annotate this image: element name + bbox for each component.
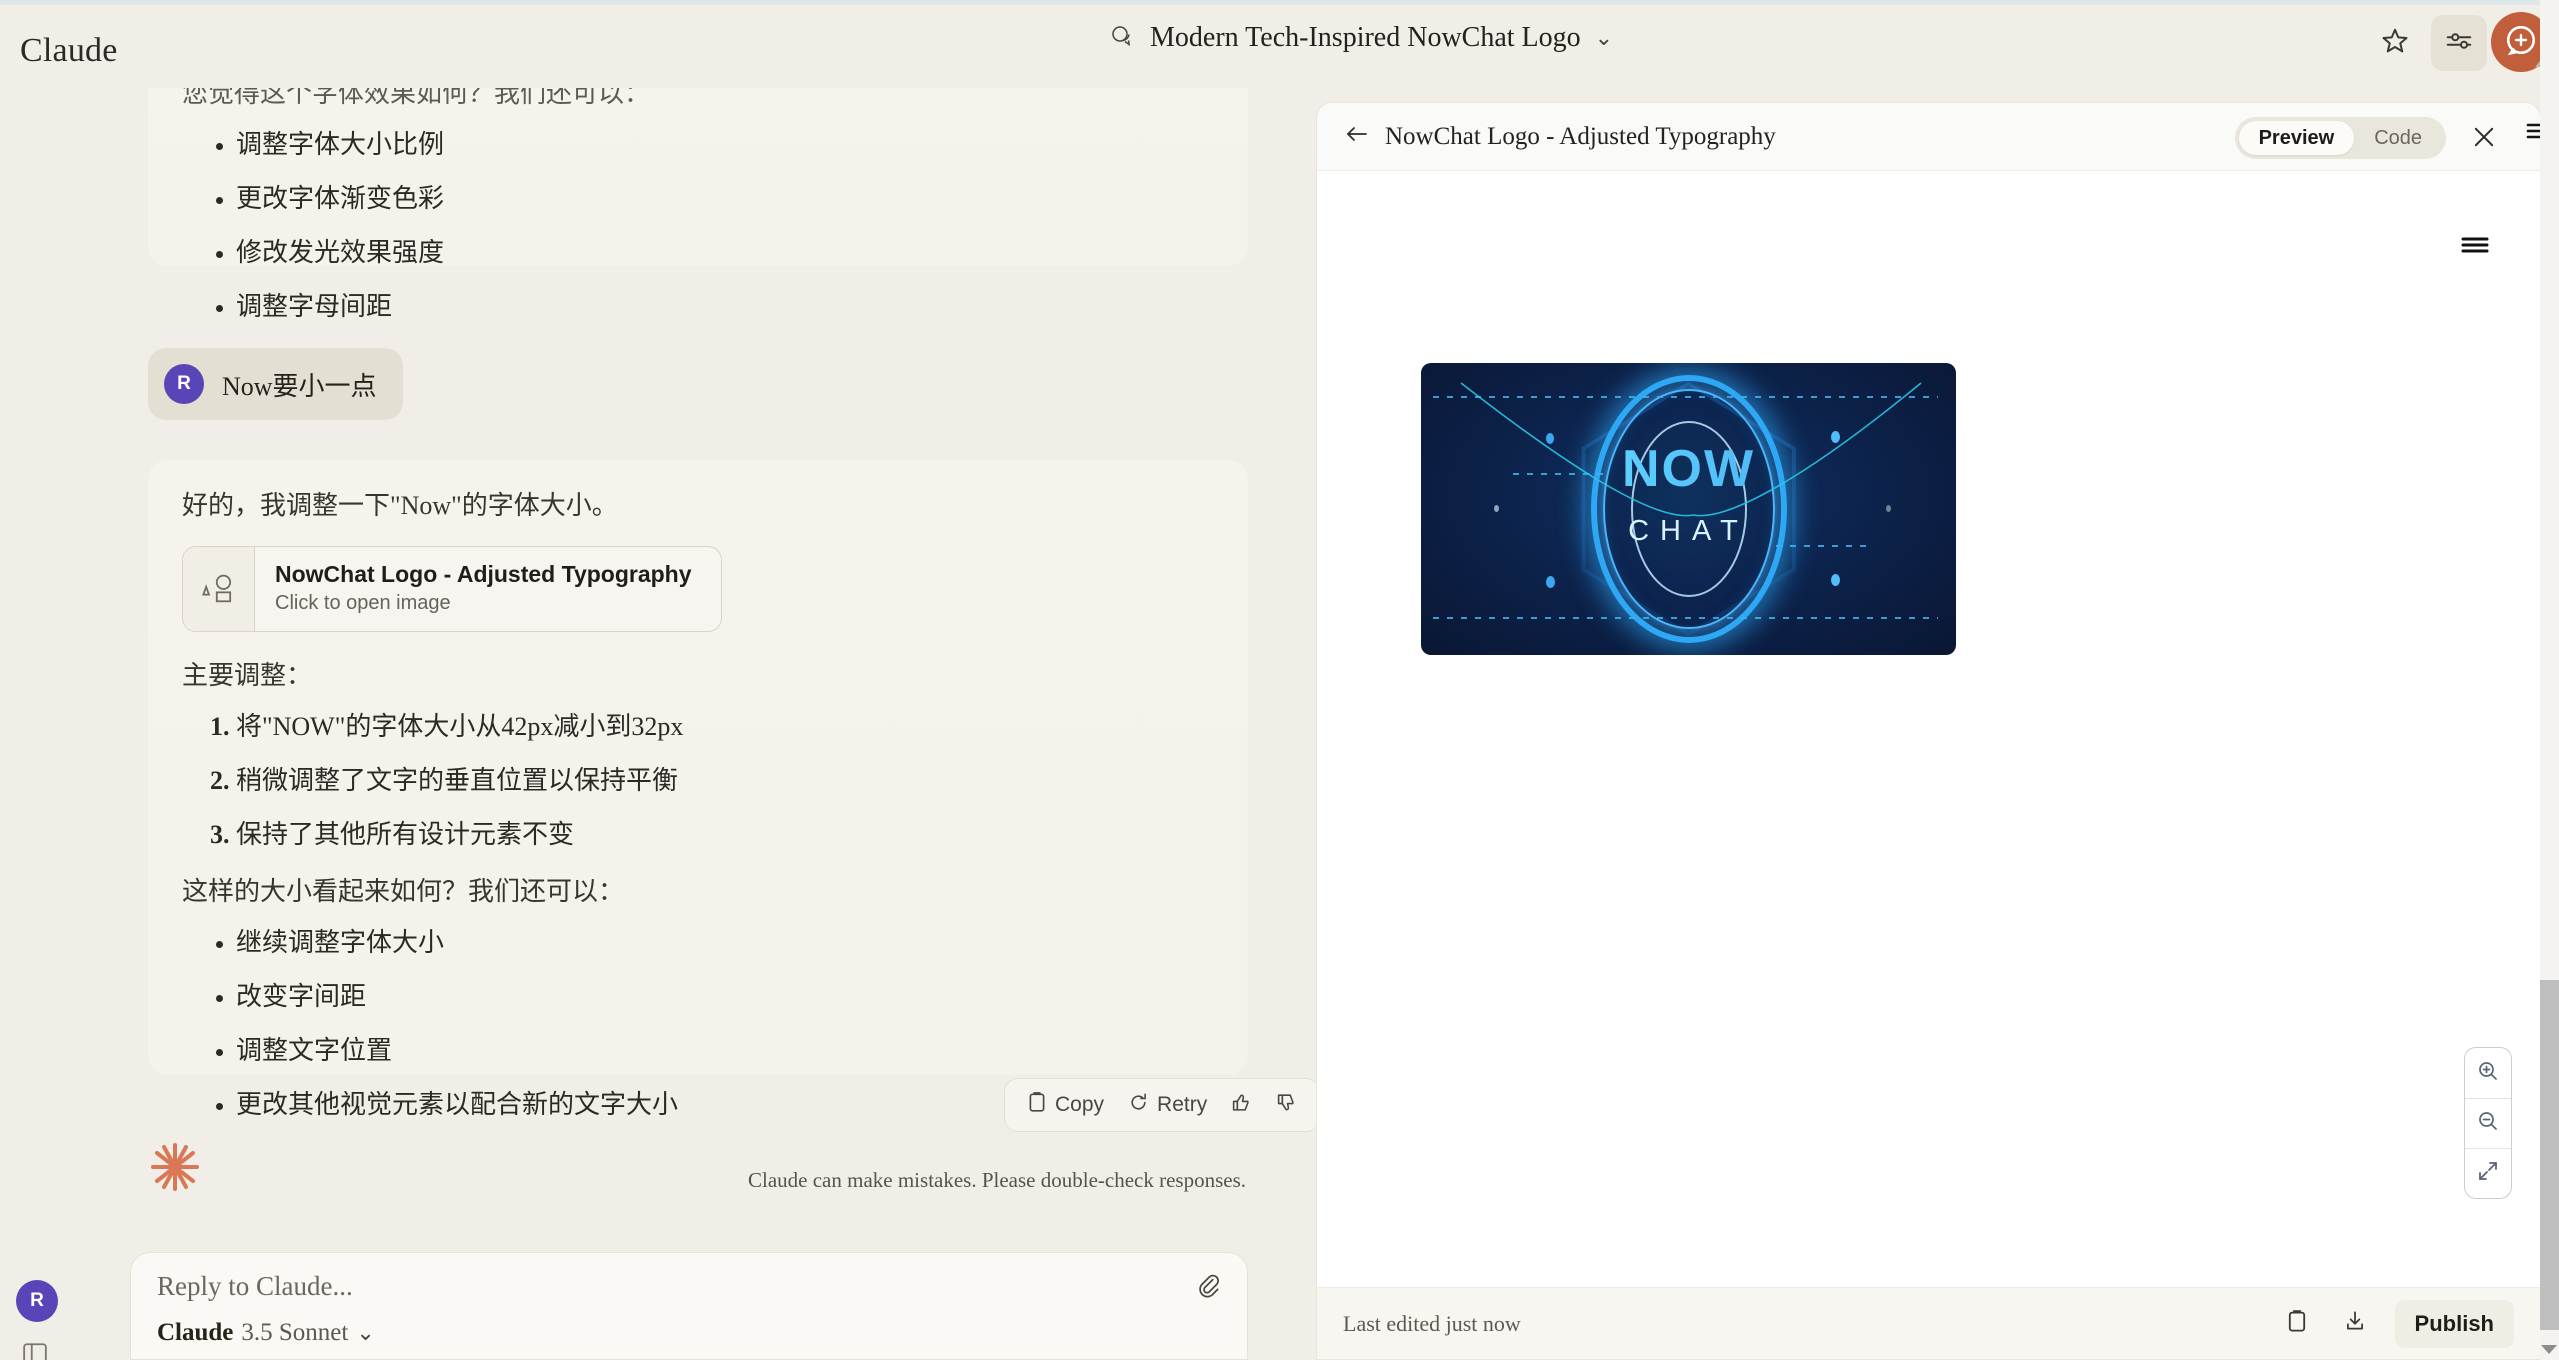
- decor-dot: [1546, 576, 1555, 588]
- sliders-icon: [2444, 26, 2474, 61]
- sidebar-toggle-button[interactable]: [22, 1342, 48, 1360]
- user-avatar-button[interactable]: R: [16, 1280, 58, 1322]
- model-name-label: 3.5 Sonnet: [241, 1319, 348, 1347]
- message-composer[interactable]: Reply to Claude... Claude 3.5 Sonnet ⌄: [130, 1252, 1248, 1360]
- chat-pane: 您觉得这个字体效果如何？我们还可以： 调整字体大小比例 更改字体渐变色彩 修改发…: [0, 0, 1316, 1360]
- artifact-card-title: NowChat Logo - Adjusted Typography: [275, 561, 692, 588]
- close-icon: [2470, 138, 2498, 155]
- hamburger-menu-icon: [2460, 244, 2490, 261]
- nowchat-logo-preview: NOW CHAT: [1421, 363, 1956, 655]
- list-item: 调整文字位置: [236, 1034, 1214, 1068]
- list-item: 继续调整字体大小: [236, 926, 1214, 960]
- preview-menu-button[interactable]: [2460, 233, 2490, 262]
- retry-label: Retry: [1157, 1093, 1207, 1117]
- list-item: 调整字体大小比例: [236, 128, 1214, 162]
- decor-curves: [1421, 363, 1956, 655]
- window-edge-hairline: [0, 0, 2559, 5]
- thumbs-down-button[interactable]: [1268, 1088, 1305, 1123]
- preview-code-toggle: Preview Code: [2235, 117, 2446, 159]
- clipboard-icon: [1027, 1091, 1047, 1119]
- assistant-message-1-bullets: 调整字体大小比例 更改字体渐变色彩 修改发光效果强度 调整字母间距: [182, 128, 1214, 324]
- new-chat-icon: [2504, 23, 2538, 62]
- zoom-in-icon: [2476, 1059, 2500, 1088]
- thumbs-down-icon: [1276, 1092, 1297, 1119]
- conversation-title-dropdown[interactable]: Modern Tech-Inspired NowChat Logo ⌄: [1110, 22, 1613, 54]
- message-input[interactable]: Reply to Claude...: [157, 1271, 353, 1302]
- artifact-back-button[interactable]: [1337, 117, 1377, 157]
- paperclip-icon: [1196, 1272, 1222, 1303]
- settings-sliders-button[interactable]: [2431, 15, 2487, 71]
- list-item: 调整字母间距: [236, 290, 1214, 324]
- chevron-down-icon: ⌄: [1595, 27, 1613, 49]
- app-brand-logo[interactable]: Claude: [20, 32, 118, 70]
- tab-preview[interactable]: Preview: [2239, 121, 2355, 155]
- copy-artifact-button[interactable]: [2279, 1306, 2315, 1342]
- closing-question: 这样的大小看起来如何？我们还可以：: [182, 872, 1214, 912]
- zoom-out-button[interactable]: [2465, 1098, 2511, 1148]
- artifact-card-subtitle: Click to open image: [275, 592, 692, 615]
- scroll-down-arrow[interactable]: [2541, 1345, 2557, 1354]
- logo-word-chat: CHAT: [1421, 515, 1956, 548]
- conversation-title: Modern Tech-Inspired NowChat Logo: [1150, 22, 1581, 54]
- star-icon: [2380, 26, 2410, 61]
- scrollbar-thumb[interactable]: [2540, 980, 2559, 1330]
- list-item: 改变字间距: [236, 980, 1214, 1014]
- model-selector[interactable]: Claude 3.5 Sonnet ⌄: [157, 1319, 375, 1347]
- attach-file-button[interactable]: [1189, 1267, 1229, 1307]
- assistant-message-2: 好的，我调整一下"Now"的字体大小。 NowChat Logo - Adjus…: [148, 460, 1248, 1075]
- fullscreen-icon: [2476, 1159, 2500, 1188]
- logo-word-now: NOW: [1421, 439, 1956, 499]
- list-item: 保持了其他所有设计元素不变: [236, 818, 1214, 852]
- thumbs-up-icon: [1231, 1092, 1252, 1119]
- last-edited-status: Last edited just now: [1343, 1311, 1521, 1337]
- chat-scroll-region: 您觉得这个字体效果如何？我们还可以： 调整字体大小比例 更改字体渐变色彩 修改发…: [0, 48, 1316, 1228]
- message-actions-toolbar: Copy Retry: [1004, 1078, 1320, 1132]
- star-favorite-button[interactable]: [2367, 15, 2423, 71]
- model-brand-label: Claude: [157, 1319, 233, 1347]
- fullscreen-button[interactable]: [2465, 1148, 2511, 1198]
- download-artifact-button[interactable]: [2337, 1306, 2373, 1342]
- adjustments-list: 将"NOW"的字体大小从42px减小到32px 稍微调整了文字的垂直位置以保持平…: [182, 710, 1214, 852]
- copy-label: Copy: [1055, 1093, 1104, 1117]
- user-message-text: Now要小一点: [222, 366, 377, 403]
- retry-button[interactable]: Retry: [1120, 1088, 1215, 1123]
- list-item: 更改字体渐变色彩: [236, 182, 1214, 216]
- zoom-controls: [2464, 1047, 2512, 1199]
- artifact-panel: NowChat Logo - Adjusted Typography Previ…: [1316, 102, 2541, 1360]
- arrow-left-icon: [1344, 123, 1370, 150]
- artifact-header: NowChat Logo - Adjusted Typography Previ…: [1317, 103, 2540, 171]
- artifact-title: NowChat Logo - Adjusted Typography: [1385, 123, 1776, 151]
- list-item: 将"NOW"的字体大小从42px减小到32px: [236, 710, 1214, 744]
- artifact-preview-body: NOW CHAT: [1317, 171, 2540, 1287]
- chat-bubbles-icon: [1110, 24, 1136, 53]
- top-bar: Claude Modern Tech-Inspired NowChat Logo…: [0, 0, 2559, 88]
- disclaimer-text: Claude can make mistakes. Please double-…: [748, 1168, 1246, 1193]
- zoom-out-icon: [2476, 1109, 2500, 1138]
- user-message-bubble: R Now要小一点: [148, 348, 403, 420]
- artifact-close-button[interactable]: [2470, 123, 2500, 153]
- list-item: 修改发光效果强度: [236, 236, 1214, 270]
- assistant-message-2-intro: 好的，我调整一下"Now"的字体大小。: [182, 486, 1214, 526]
- artifact-preview-card[interactable]: NowChat Logo - Adjusted Typography Click…: [182, 546, 722, 632]
- sidebar-panel-icon: [22, 1353, 48, 1360]
- zoom-in-button[interactable]: [2465, 1048, 2511, 1098]
- clipboard-icon: [2286, 1309, 2308, 1338]
- list-item: 稍微调整了文字的垂直位置以保持平衡: [236, 764, 1214, 798]
- tab-code[interactable]: Code: [2354, 121, 2442, 155]
- claude-logo-star: [148, 1140, 202, 1199]
- shapes-icon: [183, 547, 255, 631]
- adjustments-heading: 主要调整：: [182, 656, 1214, 696]
- thumbs-up-button[interactable]: [1223, 1088, 1260, 1123]
- decor-dot: [1494, 505, 1499, 512]
- chevron-down-icon: ⌄: [356, 1322, 374, 1344]
- decor-dot: [1831, 574, 1840, 586]
- artifact-footer: Last edited just now: [1317, 1287, 2540, 1359]
- avatar: R: [164, 364, 204, 404]
- decor-dot: [1886, 505, 1891, 512]
- copy-button[interactable]: Copy: [1019, 1087, 1112, 1123]
- publish-button[interactable]: Publish: [2395, 1300, 2514, 1348]
- retry-icon: [1128, 1092, 1149, 1119]
- download-icon: [2344, 1309, 2366, 1338]
